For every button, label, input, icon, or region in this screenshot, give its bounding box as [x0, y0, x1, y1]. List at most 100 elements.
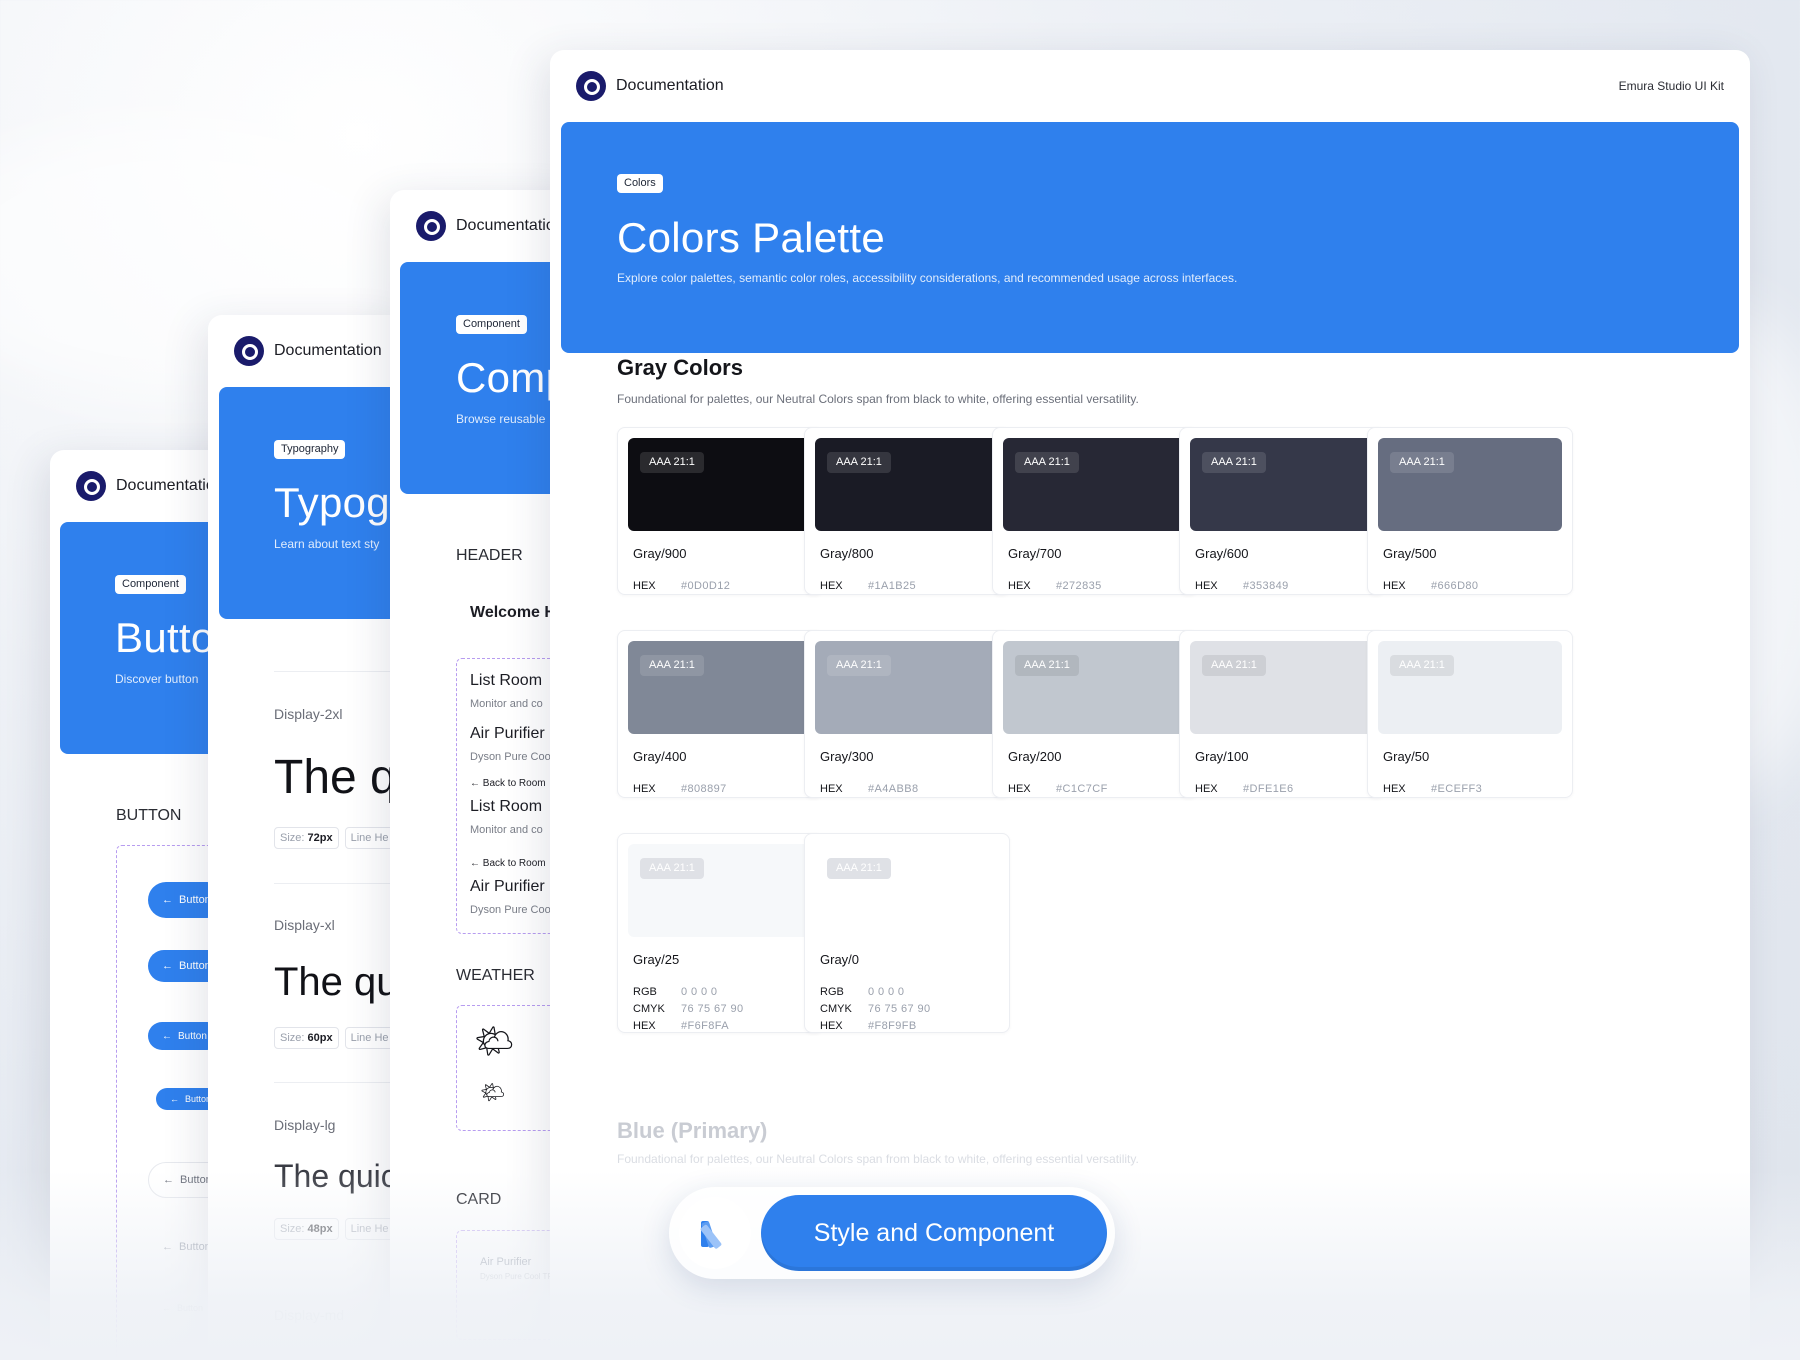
- color-swatch-card[interactable]: AAA 21:1 Gray/0 RGB 0 0 0 0 CMYK 76 75 67 90 H…: [804, 833, 1010, 1033]
- color-swatch-card[interactable]: AAA 21:1 Gray/600 HEX #353849: [1179, 427, 1385, 595]
- color-swatch-card[interactable]: AAA 21:1 Gray/300 HEX #A4ABB8: [804, 630, 1010, 798]
- hex-value-row: HEX #C1C7CF: [1008, 783, 1108, 795]
- hex-value[interactable]: #272835: [1056, 580, 1102, 592]
- list-item-subtitle: Monitor and co: [470, 698, 543, 710]
- cmyk-value[interactable]: 76 75 67 90: [868, 1003, 931, 1015]
- type-style-sample: The qu: [274, 960, 399, 1004]
- palette-swatch-icon: [679, 1197, 751, 1269]
- swatch-name: Gray/300: [820, 749, 874, 764]
- hex-value[interactable]: #808897: [681, 783, 727, 795]
- section-description: Foundational for palettes, our Neutral C…: [617, 1152, 1139, 1166]
- hero-subtitle: Learn about text sty: [274, 537, 380, 551]
- hex-value[interactable]: #DFE1E6: [1243, 783, 1294, 795]
- logo-text: Documentation: [616, 77, 724, 94]
- contrast-badge: AAA 21:1: [827, 452, 891, 473]
- hex-value[interactable]: #C1C7CF: [1056, 783, 1108, 795]
- rgb-value-label: RGB: [820, 986, 844, 998]
- color-swatch-card[interactable]: AAA 21:1 Gray/700 HEX #272835: [992, 427, 1198, 595]
- hex-value-label: HEX: [820, 783, 843, 795]
- color-swatch: AAA 21:1: [1190, 641, 1374, 734]
- arrow-left-icon: ←: [162, 1303, 171, 1313]
- arrow-left-icon: ←: [162, 1030, 172, 1042]
- hex-value[interactable]: #F6F8FA: [681, 1020, 729, 1032]
- color-swatch-card[interactable]: AAA 21:1 Gray/800 HEX #1A1B25: [804, 427, 1010, 595]
- hex-value-row: HEX #353849: [1195, 580, 1289, 592]
- hex-value[interactable]: #F8F9FB: [868, 1020, 917, 1032]
- arrow-left-icon: ←: [162, 960, 173, 972]
- color-swatch-card[interactable]: AAA 21:1 Gray/50 HEX #ECEFF3: [1367, 630, 1573, 798]
- back-link[interactable]: ← Back to Room: [470, 858, 546, 869]
- swatch-name: Gray/0: [820, 952, 860, 967]
- hex-value-row: HEX #ECEFF3: [1383, 783, 1482, 795]
- hex-value[interactable]: #ECEFF3: [1431, 783, 1482, 795]
- swatch-name: Gray/25: [633, 952, 680, 967]
- section-label: HEADER: [456, 547, 523, 564]
- swatch-name: Gray/100: [1195, 749, 1249, 764]
- section-label: CARD: [456, 1191, 502, 1208]
- arrow-left-icon: ←: [470, 858, 483, 869]
- hero-chip: Component: [456, 315, 527, 334]
- type-style-label: Display-2xl: [274, 706, 343, 722]
- cmyk-value[interactable]: 76 75 67 90: [681, 1003, 744, 1015]
- hex-value[interactable]: #666D80: [1431, 580, 1478, 592]
- type-style-sample: The quic: [274, 1158, 397, 1194]
- hero-title: Butto: [115, 614, 215, 661]
- hero-subtitle: Browse reusable: [456, 412, 546, 426]
- logo-text: Documentatio: [456, 217, 555, 234]
- kit-name: Emura Studio UI Kit: [1618, 79, 1724, 93]
- color-swatch-card[interactable]: AAA 21:1 Gray/900 HEX #0D0D12: [617, 427, 823, 595]
- list-item-title: List Room: [470, 798, 543, 815]
- hero-chip: Colors: [617, 174, 663, 193]
- style-and-component-button[interactable]: Style and Component: [761, 1195, 1107, 1271]
- size-chip: Size: 48px: [274, 1218, 339, 1240]
- color-swatch-card[interactable]: AAA 21:1 Gray/100 HEX #DFE1E6: [1179, 630, 1385, 798]
- contrast-badge: AAA 21:1: [1202, 655, 1266, 676]
- swatch-name: Gray/500: [1383, 546, 1437, 561]
- section-title: Gray Colors: [617, 355, 743, 380]
- color-swatch-card[interactable]: AAA 21:1 Gray/400 HEX #808897: [617, 630, 823, 798]
- hex-value[interactable]: #353849: [1243, 580, 1289, 592]
- welcome-header-preview: Welcome H: [470, 604, 556, 621]
- color-swatch: AAA 21:1: [1003, 641, 1187, 734]
- hex-value-label: HEX: [633, 580, 656, 592]
- section-description: Foundational for palettes, our Neutral C…: [617, 392, 1139, 406]
- arrow-left-icon: ←: [163, 1174, 174, 1186]
- arrow-left-icon: ←: [170, 1094, 179, 1104]
- cmyk-value-row: CMYK 76 75 67 90: [633, 1003, 744, 1015]
- logo[interactable]: Documentation: [576, 71, 724, 101]
- rgb-value-row: RGB 0 0 0 0: [633, 986, 717, 998]
- hero-title: Typogr: [274, 479, 405, 526]
- list-item-title: Air Purifier: [470, 725, 545, 742]
- color-swatch: AAA 21:1: [628, 844, 812, 937]
- rgb-value[interactable]: 0 0 0 0: [868, 986, 904, 998]
- color-swatch: AAA 21:1: [1190, 438, 1374, 531]
- type-size-chips: Size: 60px Line He: [274, 1027, 395, 1049]
- button-variant-ghost[interactable]: ← Button: [148, 1296, 218, 1320]
- hex-value[interactable]: #A4ABB8: [868, 783, 919, 795]
- color-swatch: AAA 21:1: [628, 438, 812, 531]
- list-item-title: List Room: [470, 672, 543, 689]
- list-item-subtitle: Monitor and co: [470, 824, 543, 836]
- contrast-badge: AAA 21:1: [640, 655, 704, 676]
- hex-value[interactable]: #0D0D12: [681, 580, 730, 592]
- logo-icon: [234, 336, 264, 366]
- hex-value[interactable]: #1A1B25: [868, 580, 916, 592]
- hero-chip: Component: [115, 575, 186, 594]
- rgb-value-label: RGB: [633, 986, 657, 998]
- rgb-value[interactable]: 0 0 0 0: [681, 986, 717, 998]
- color-swatch-card[interactable]: AAA 21:1 Gray/25 RGB 0 0 0 0 CMYK 76 75 67 90…: [617, 833, 823, 1033]
- line-height-chip: Line He: [344, 827, 395, 849]
- card-title: Air Purifier: [480, 1256, 532, 1268]
- swatch-name: Gray/50: [1383, 749, 1430, 764]
- hero-subtitle: Discover button: [115, 672, 199, 686]
- color-swatch-card[interactable]: AAA 21:1 Gray/500 HEX #666D80: [1367, 427, 1573, 595]
- type-size-chips: Size: 72px Line He: [274, 827, 395, 849]
- sun-cloud-icon: 🌤: [474, 1023, 515, 1059]
- contrast-badge: AAA 21:1: [640, 858, 704, 879]
- sun-cloud-icon: 🌤: [480, 1082, 506, 1104]
- arrow-left-icon: ←: [162, 894, 173, 906]
- hero-title: Colors Palette: [617, 214, 885, 261]
- back-link[interactable]: ← Back to Room: [470, 778, 546, 789]
- color-swatch: AAA 21:1: [1378, 641, 1562, 734]
- color-swatch-card[interactable]: AAA 21:1 Gray/200 HEX #C1C7CF: [992, 630, 1198, 798]
